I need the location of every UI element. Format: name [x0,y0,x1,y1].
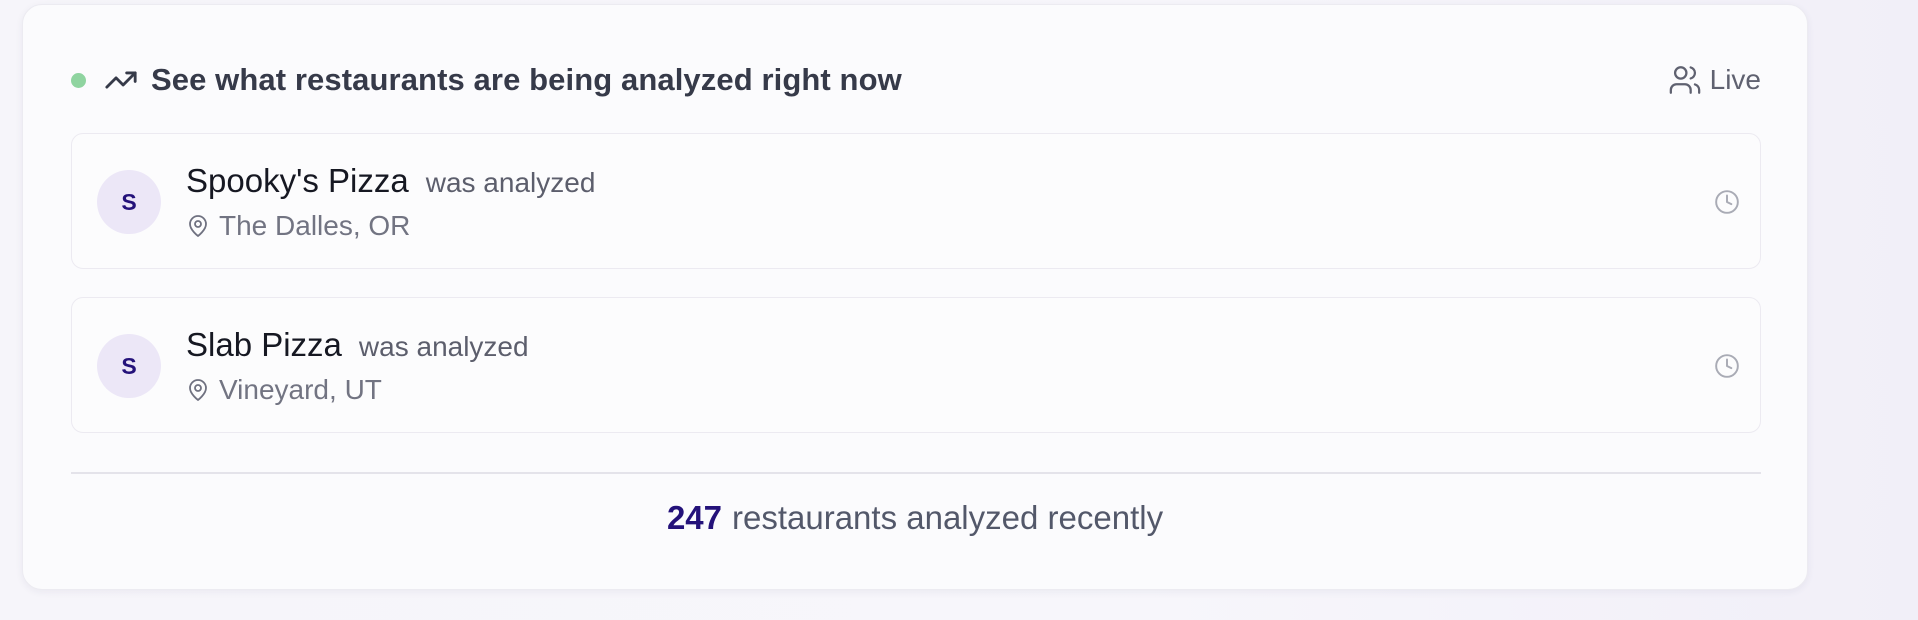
clock-icon [1714,189,1740,215]
analyzed-count: 247 [666,499,722,536]
map-pin-icon [186,377,210,403]
users-icon [1668,63,1702,97]
footer-divider [71,472,1761,474]
card-header: See what restaurants are being analyzed … [71,55,1761,105]
clock-icon [1714,353,1740,379]
trending-up-icon [104,63,138,97]
avatar: S [97,170,161,234]
avatar: S [97,334,161,398]
activity-action: was analyzed [425,167,596,198]
live-label: Live [1709,64,1761,95]
restaurant-location: The Dalles, OR [219,210,411,241]
live-badge: Live [1668,63,1761,97]
card-title: See what restaurants are being analyzed … [151,62,902,97]
live-activity-card: See what restaurants are being analyzed … [22,4,1808,590]
analyzed-count-label: restaurants analyzed recently [732,499,1164,536]
restaurant-name: Spooky's Pizza [186,162,409,199]
restaurant-location: Vineyard, UT [219,374,382,405]
activity-list: S Spooky's Pizza was analyzed The Dalles… [71,133,1761,461]
live-status-dot [71,72,86,88]
map-pin-icon [186,213,210,239]
activity-item[interactable]: S Spooky's Pizza was analyzed The Dalles… [71,133,1761,269]
activity-action: was analyzed [358,331,529,362]
activity-item[interactable]: S Slab Pizza was analyzed Vineyard, UT [71,297,1761,433]
analyzed-count-summary: 247 restaurants analyzed recently [23,499,1807,537]
restaurant-name: Slab Pizza [186,326,342,363]
